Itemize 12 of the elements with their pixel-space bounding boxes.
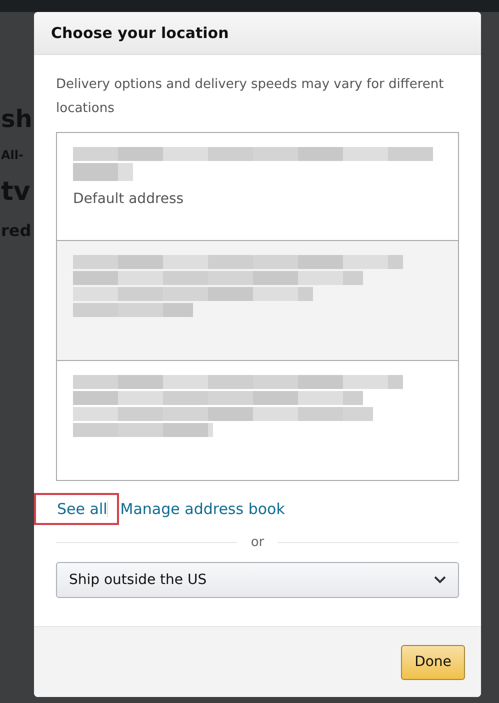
address-card[interactable]: Default address xyxy=(56,132,459,241)
see-all-link[interactable]: See all xyxy=(34,493,120,525)
address-card[interactable] xyxy=(56,360,459,481)
address-label: Default address xyxy=(73,191,185,207)
country-select[interactable]: Ship outside the US xyxy=(56,562,459,598)
chevron-down-icon xyxy=(434,576,446,584)
delivery-note: Delivery options and delivery speeds may vary for different locations xyxy=(56,76,445,118)
separator-text: or xyxy=(250,535,264,550)
done-button[interactable]: Done xyxy=(401,644,465,680)
manage-address-link[interactable]: Manage address book xyxy=(118,500,285,518)
address-card[interactable] xyxy=(56,240,459,361)
dialog-title: Choose your location xyxy=(51,24,229,42)
